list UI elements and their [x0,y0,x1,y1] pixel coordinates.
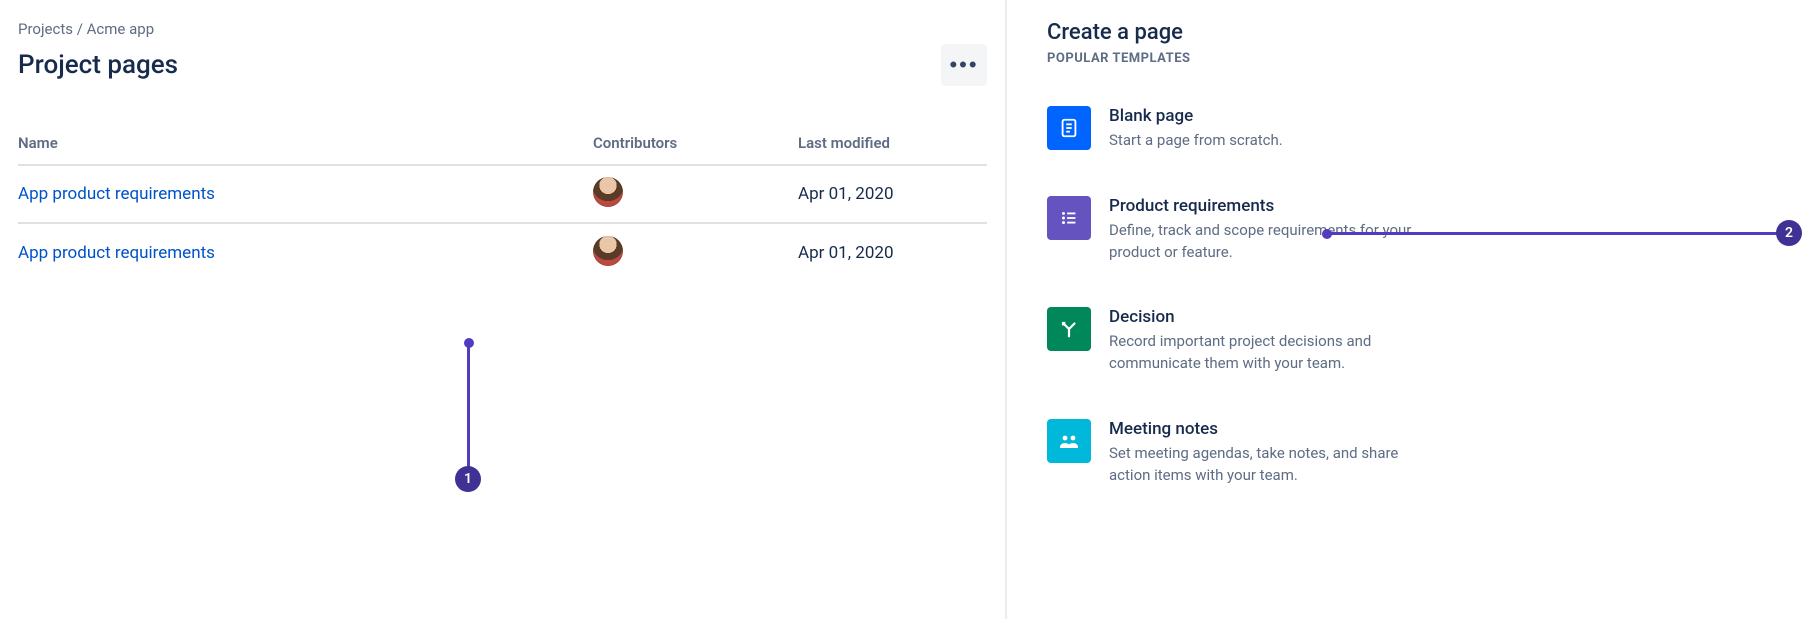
template-desc: Record important project decisions and c… [1109,331,1439,375]
template-desc: Define, track and scope requirements for… [1109,220,1439,264]
table-header: Name Contributors Last modified [18,134,987,166]
sidebar-subhead: POPULAR TEMPLATES [1047,51,1743,66]
col-header-modified: Last modified [798,134,987,152]
avatar[interactable] [593,236,623,266]
table-row[interactable]: App product requirements Apr 01, 2020 [18,166,987,224]
sidebar-title: Create a page [1047,20,1743,45]
annotation-badge-1: 1 [455,466,481,492]
table-row[interactable]: App product requirements Apr 01, 2020 [18,224,987,282]
template-desc: Start a page from scratch. [1109,130,1283,152]
breadcrumb: Projects / Acme app [18,20,987,38]
fork-icon [1047,307,1091,351]
annotation-2-line [1326,232,1778,235]
page-link[interactable]: App product requirements [18,243,215,263]
list-icon [1047,196,1091,240]
breadcrumb-projects[interactable]: Projects [18,20,73,38]
breadcrumb-sep: / [73,20,87,38]
col-header-contributors: Contributors [593,134,798,152]
avatar[interactable] [593,177,623,207]
col-header-name: Name [18,134,593,152]
page-icon [1047,106,1091,150]
create-page-sidebar: Create a page POPULAR TEMPLATES Blank pa… [1005,0,1803,619]
template-meeting-notes[interactable]: Meeting notes Set meeting agendas, take … [1047,419,1743,487]
people-icon [1047,419,1091,463]
template-title: Decision [1109,307,1439,327]
template-title: Product requirements [1109,196,1439,216]
page-link[interactable]: App product requirements [18,184,215,204]
annotation-1-line [467,342,470,470]
template-desc: Set meeting agendas, take notes, and sha… [1109,443,1439,487]
page-title: Project pages [18,50,178,80]
cell-modified: Apr 01, 2020 [798,243,987,263]
template-decision[interactable]: Decision Record important project decisi… [1047,307,1743,375]
annotation-badge-2: 2 [1776,220,1802,246]
template-blank-page[interactable]: Blank page Start a page from scratch. [1047,106,1743,152]
template-title: Blank page [1109,106,1283,126]
more-actions-button[interactable]: ••• [941,44,987,86]
template-product-requirements[interactable]: Product requirements Define, track and s… [1047,196,1743,264]
cell-modified: Apr 01, 2020 [798,184,987,204]
template-title: Meeting notes [1109,419,1439,439]
main-panel: Projects / Acme app Project pages ••• Na… [0,0,1005,619]
breadcrumb-acme[interactable]: Acme app [87,20,154,38]
